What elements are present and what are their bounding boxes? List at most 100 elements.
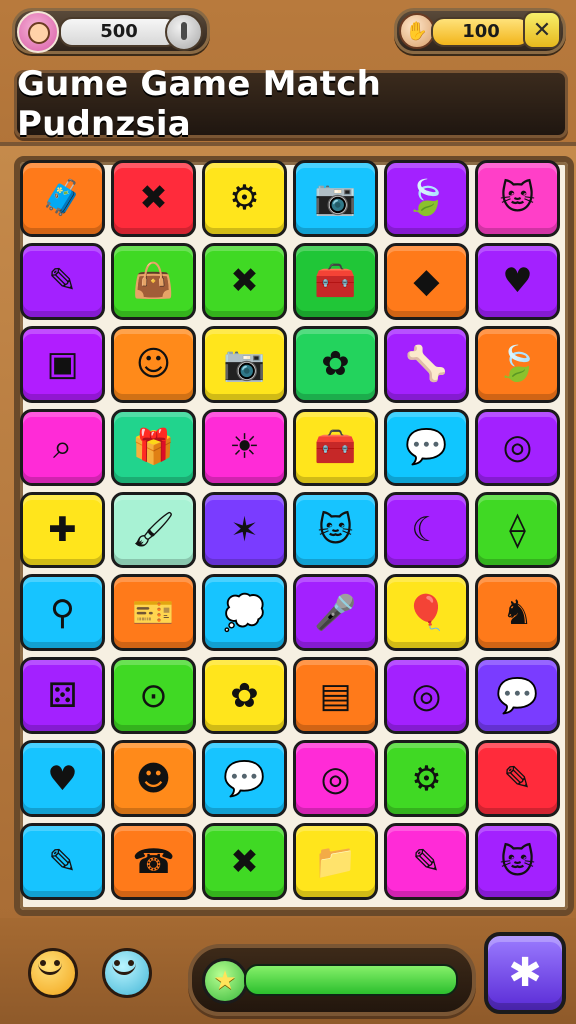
left-score-pill: 500 (12, 8, 210, 54)
chat-icon: 💬 (496, 675, 539, 716)
tile[interactable]: 🧰 (293, 242, 378, 320)
tile[interactable]: ◎ (384, 657, 469, 735)
cat-face-icon: 🐱 (317, 509, 354, 550)
tile[interactable]: ▤ (293, 657, 378, 735)
star-icon: ★ (202, 958, 248, 1004)
tile[interactable]: ⊙ (111, 657, 196, 735)
tile[interactable]: ☻ (111, 740, 196, 818)
tile[interactable]: ✎ (384, 823, 469, 900)
tile[interactable]: ☎ (111, 823, 196, 900)
tile[interactable]: ◎ (293, 740, 378, 818)
tile[interactable]: 🐱 (293, 491, 378, 569)
tile[interactable]: 🎁 (111, 408, 196, 486)
badge-icon: ✶ (230, 509, 259, 550)
settings-button[interactable]: ✱ (484, 932, 566, 1014)
dice-icon: ⚄ (47, 675, 78, 716)
tile[interactable]: 💬 (475, 657, 560, 735)
microphone-icon: 🎤 (314, 592, 357, 633)
avatar-icon[interactable] (17, 11, 59, 53)
suitcase-icon: 🧳 (41, 178, 84, 219)
game-title: Gume Game Match Pudnzsia (17, 64, 382, 144)
lion-face-icon: ☻ (135, 758, 172, 799)
flower-icon: ✿ (230, 675, 259, 716)
tile[interactable]: 🍃 (384, 160, 469, 237)
magnifier-icon: ⌕ (52, 427, 73, 468)
leaf-icon: 🍃 (405, 178, 448, 219)
tile[interactable]: 💬 (384, 408, 469, 486)
tile[interactable]: ♥ (20, 740, 105, 818)
progress-bar: ★ (188, 944, 476, 1016)
gift-icon: 🎁 (132, 427, 175, 468)
camera-icon: 📷 (314, 178, 357, 219)
crossed-tools-icon: ✖ (230, 841, 259, 882)
tile[interactable]: 💭 (202, 574, 287, 652)
tile[interactable]: ☀ (202, 408, 287, 486)
tile[interactable]: 🎤 (293, 574, 378, 652)
tile[interactable]: ✎ (20, 242, 105, 320)
tools-icon: ⚲ (50, 592, 75, 633)
tile[interactable]: 📷 (202, 325, 287, 403)
tile[interactable]: 💬 (202, 740, 287, 818)
tile[interactable]: ✖ (202, 823, 287, 900)
camera-bag-icon: 👜 (132, 261, 175, 302)
medical-kit-icon: 🧰 (314, 261, 357, 302)
tile[interactable]: ⚙ (384, 740, 469, 818)
tile[interactable]: ⚄ (20, 657, 105, 735)
tile[interactable]: 🐱 (475, 160, 560, 237)
ring-icon: ◎ (320, 758, 351, 799)
balloon-icon: 🎈 (405, 592, 448, 633)
character-left[interactable] (28, 942, 78, 998)
tile[interactable]: ✎ (475, 740, 560, 818)
tile[interactable]: 🧳 (20, 160, 105, 237)
tile[interactable]: ♥ (475, 242, 560, 320)
tile[interactable]: ⚙ (202, 160, 287, 237)
camera-icon: 📷 (223, 344, 266, 385)
tile[interactable]: 🎫 (111, 574, 196, 652)
cat-face-icon: 🐱 (499, 841, 536, 882)
tile[interactable]: ✿ (202, 657, 287, 735)
medical-kit-icon: 🧰 (314, 427, 357, 468)
tile[interactable]: ✚ (20, 491, 105, 569)
tile[interactable]: ◆ (384, 242, 469, 320)
close-icon[interactable]: ✕ (523, 11, 561, 49)
tile[interactable]: ⟠ (475, 491, 560, 569)
tile[interactable]: ☺ (111, 325, 196, 403)
cat-face-icon: 🐱 (499, 178, 536, 219)
tile[interactable]: ✖ (202, 242, 287, 320)
tile[interactable]: ⚲ (20, 574, 105, 652)
gem-icon: ◆ (413, 261, 440, 302)
tile[interactable]: 🐱 (475, 823, 560, 900)
tile[interactable]: 📁 (293, 823, 378, 900)
tile[interactable]: 🍃 (475, 325, 560, 403)
tile[interactable]: ✖ (111, 160, 196, 237)
tile[interactable]: ☾ (384, 491, 469, 569)
tile[interactable]: 📷 (293, 160, 378, 237)
pencil-icon: ✎ (412, 841, 441, 882)
crossed-tools-icon: ✖ (139, 178, 168, 219)
tile[interactable]: ♞ (475, 574, 560, 652)
tile[interactable]: 🧰 (293, 408, 378, 486)
knight-icon: ♞ (502, 592, 533, 633)
tile[interactable]: 🦴 (384, 325, 469, 403)
pause-icon[interactable] (165, 13, 203, 51)
tile[interactable]: ▣ (20, 325, 105, 403)
photo-icon: ▣ (46, 344, 79, 385)
tile[interactable]: ✿ (293, 325, 378, 403)
character-right[interactable] (102, 942, 152, 998)
tile[interactable]: ⌕ (20, 408, 105, 486)
tile[interactable]: 🖌 (111, 491, 196, 569)
ghost-icon: ✿ (321, 344, 350, 385)
paintbrush-icon: 🖌 (131, 509, 176, 550)
gear-icon: ⚙ (229, 178, 260, 219)
pencil-icon: ✎ (503, 758, 532, 799)
tile[interactable]: ◎ (475, 408, 560, 486)
top-bar: 500 ✋ 100 ✕ (0, 0, 576, 62)
tile[interactable]: ✎ (20, 823, 105, 900)
gear-icon: ⚙ (411, 758, 442, 799)
tile[interactable]: 🎈 (384, 574, 469, 652)
dropper-icon: ⟠ (509, 509, 526, 550)
tile[interactable]: 👜 (111, 242, 196, 320)
tile[interactable]: ✶ (202, 491, 287, 569)
settings-icon: ✱ (508, 950, 542, 996)
target-icon: ⊙ (139, 675, 168, 716)
